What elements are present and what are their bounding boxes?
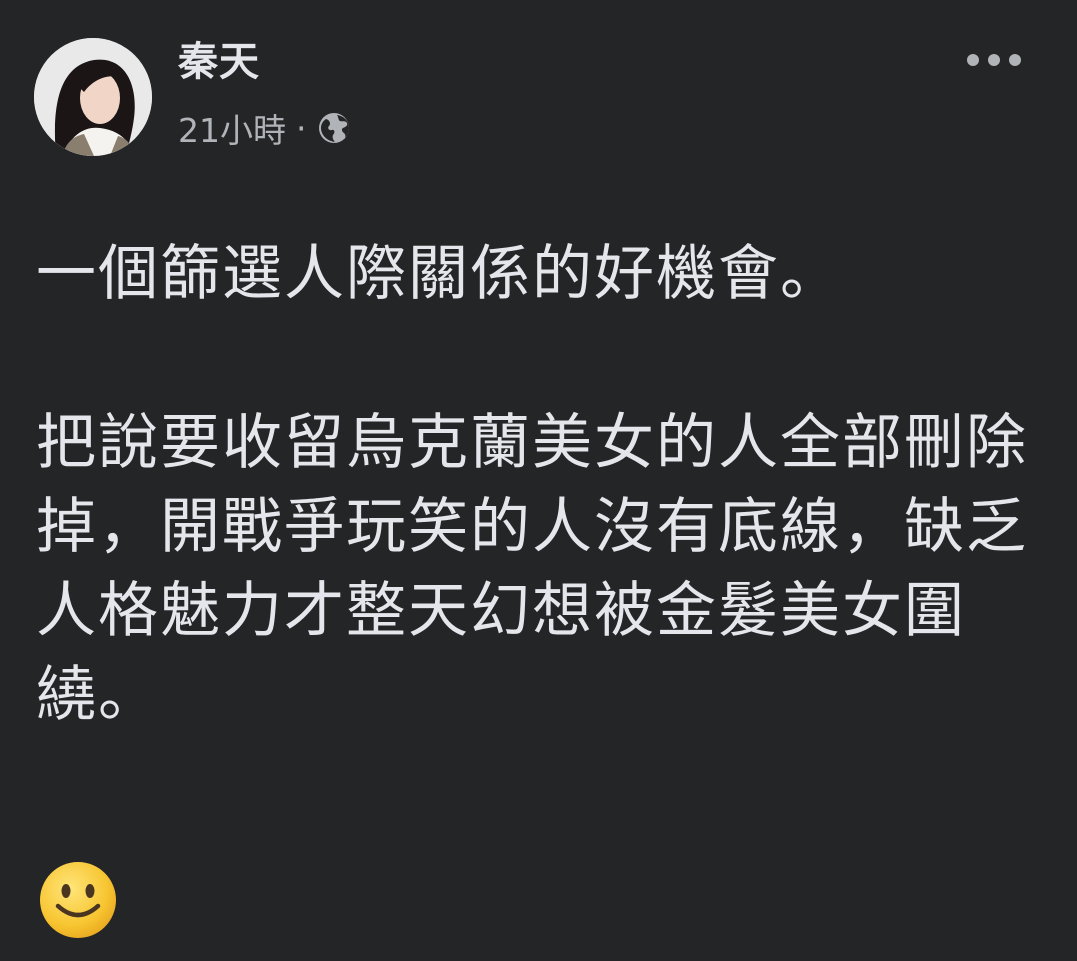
author-avatar[interactable] (34, 38, 152, 156)
post-body: 一個篩選人際關係的好機會。 把說要收留烏克蘭美女的人全部刪除掉，開戰爭玩笑的人沒… (36, 232, 1046, 737)
post-meta: 21小時 · (178, 104, 351, 152)
more-dot-icon (967, 54, 979, 66)
smiling-face-emoji (38, 860, 118, 940)
meta-separator: · (296, 108, 307, 148)
facebook-post: 秦天 21小時 · 一個篩選人際關係的好機會。 把說要收留烏克蘭美女的人全部刪除… (0, 0, 1077, 961)
more-dot-icon (988, 54, 1000, 66)
more-options-button[interactable] (967, 46, 1021, 74)
avatar-image (34, 38, 152, 156)
globe-icon (317, 111, 351, 145)
more-dot-icon (1009, 54, 1021, 66)
author-name[interactable]: 秦天 (178, 36, 260, 88)
post-paragraph: 把說要收留烏克蘭美女的人全部刪除掉，開戰爭玩笑的人沒有底線，缺乏人格魅力才整天幻… (36, 408, 1028, 730)
post-paragraph: 一個篩選人際關係的好機會。 (36, 239, 842, 309)
post-timestamp[interactable]: 21小時 (178, 104, 286, 152)
